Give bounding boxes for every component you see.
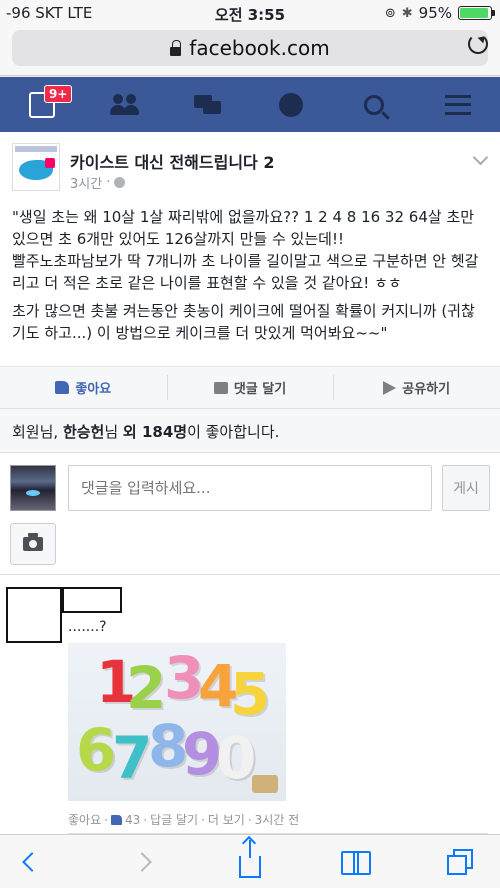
nav-friends[interactable] (95, 77, 155, 132)
chevron-down-icon[interactable] (472, 149, 489, 166)
camera-icon (23, 533, 43, 551)
search-icon (364, 94, 384, 115)
menu-icon (445, 94, 471, 115)
share-icon (239, 840, 261, 878)
reload-icon[interactable] (468, 34, 488, 54)
liker-name[interactable]: 한승헌 (63, 423, 104, 441)
comment-meta: 좋아요 · 43 · 답글 달기 · 더 보기 · 3시간 전 (68, 811, 300, 828)
more-link[interactable]: 더 보기 (208, 811, 245, 828)
lock-icon (170, 39, 182, 56)
battery-icon (458, 6, 495, 20)
forward-button[interactable] (112, 835, 172, 888)
watermark-logo (252, 775, 278, 793)
candle-digit: 2 (126, 654, 167, 722)
friends-icon (110, 93, 140, 116)
comment-like-count[interactable]: 43 (125, 813, 140, 827)
status-bar: -96 SKT LTE 오전 3:55 ⊚ ✱ 95% (0, 0, 500, 26)
bookmarks-button[interactable] (326, 835, 386, 888)
status-right: ⊚ ✱ 95% (384, 4, 495, 22)
comment-text: .......? (68, 619, 107, 635)
post-card: 카이스트 대신 전해드립니다 2 3시간 · "생일 초는 왜 10살 1살 짜… (0, 132, 500, 845)
post-paragraph-1: "생일 초는 왜 10살 1살 짜리밖에 없을까요?? 1 2 4 8 16 3… (12, 208, 479, 292)
thumbs-up-icon (55, 381, 70, 394)
comment-composer: 게시 (0, 452, 500, 574)
public-globe-icon (114, 177, 126, 188)
comment-like-link[interactable]: 좋아요 (68, 811, 101, 828)
address-field[interactable]: facebook.com (12, 30, 488, 66)
reply-link[interactable]: 답글 달기 (150, 811, 198, 828)
my-avatar (10, 465, 56, 511)
bookmarks-icon (341, 851, 371, 875)
back-button[interactable] (2, 835, 62, 888)
share-button[interactable]: 공유하기 (333, 367, 500, 408)
comment-list: .......? 1 2 3 4 5 6 7 8 9 0 좋아요 · 43 · … (0, 574, 500, 845)
notification-badge: 9+ (44, 85, 73, 103)
tabs-icon (447, 849, 473, 875)
post-meta: 3시간 · (70, 173, 126, 192)
battery-percent: 95% (418, 4, 452, 22)
alarm-icon: ⊚ (384, 5, 396, 21)
share-arrow-icon (383, 380, 397, 395)
messages-icon (194, 94, 222, 115)
candle-digit: 6 (76, 716, 117, 784)
tabs-button[interactable] (430, 835, 490, 888)
comment-image-number-candles[interactable]: 1 2 3 4 5 6 7 8 9 0 (68, 643, 286, 801)
post-time[interactable]: 3시간 (70, 173, 102, 192)
others-count[interactable]: 외 184명 (123, 423, 187, 441)
facebook-nav-bar: 9+ (0, 77, 500, 132)
browser-url-bar: facebook.com (0, 26, 500, 76)
back-chevron-icon (22, 852, 42, 872)
post-actions: 좋아요 댓글 달기 공유하기 (0, 366, 500, 408)
nav-news-feed[interactable]: 9+ (12, 77, 73, 132)
comment-time[interactable]: 3시간 전 (255, 811, 300, 828)
post-body: "생일 초는 왜 10살 1살 짜리밖에 없을까요?? 1 2 4 8 16 3… (0, 194, 500, 366)
browser-toolbar (0, 834, 500, 888)
comment-button[interactable]: 댓글 달기 (166, 367, 334, 408)
like-count-icon (110, 814, 122, 825)
post-header: 카이스트 대신 전해드립니다 2 3시간 · (0, 132, 500, 194)
url-text: facebook.com (189, 36, 330, 60)
nav-messages[interactable] (178, 77, 238, 132)
forward-chevron-icon (132, 852, 152, 872)
share-sheet-button[interactable] (220, 835, 280, 888)
page-avatar[interactable] (12, 143, 60, 191)
comment-icon (213, 381, 228, 394)
page-name-link[interactable]: 카이스트 대신 전해드립니다 2 (70, 149, 274, 173)
post-paragraph-2: 초가 많으면 촛불 켜는동안 촛농이 케이크에 떨어질 확률이 커지니까 (귀찮… (12, 302, 475, 342)
nav-notifications[interactable] (261, 77, 321, 132)
candle-digit: 5 (230, 660, 271, 728)
commenter-avatar-redacted[interactable] (6, 587, 62, 643)
comment-input[interactable] (68, 465, 432, 511)
candle-digit: 0 (216, 724, 257, 792)
bluetooth-icon: ✱ (401, 5, 413, 21)
post-comment-button[interactable]: 게시 (442, 465, 490, 511)
globe-icon (279, 92, 303, 117)
like-button[interactable]: 좋아요 (0, 367, 167, 408)
commenter-name-redacted[interactable] (62, 587, 122, 613)
attach-photo-button[interactable] (10, 523, 56, 565)
nav-menu[interactable] (428, 77, 488, 132)
nav-search[interactable] (344, 77, 404, 132)
likes-summary[interactable]: 회원님, 한승헌님 외 184명이 좋아합니다. (0, 408, 500, 452)
candle-digit: 7 (112, 724, 153, 792)
